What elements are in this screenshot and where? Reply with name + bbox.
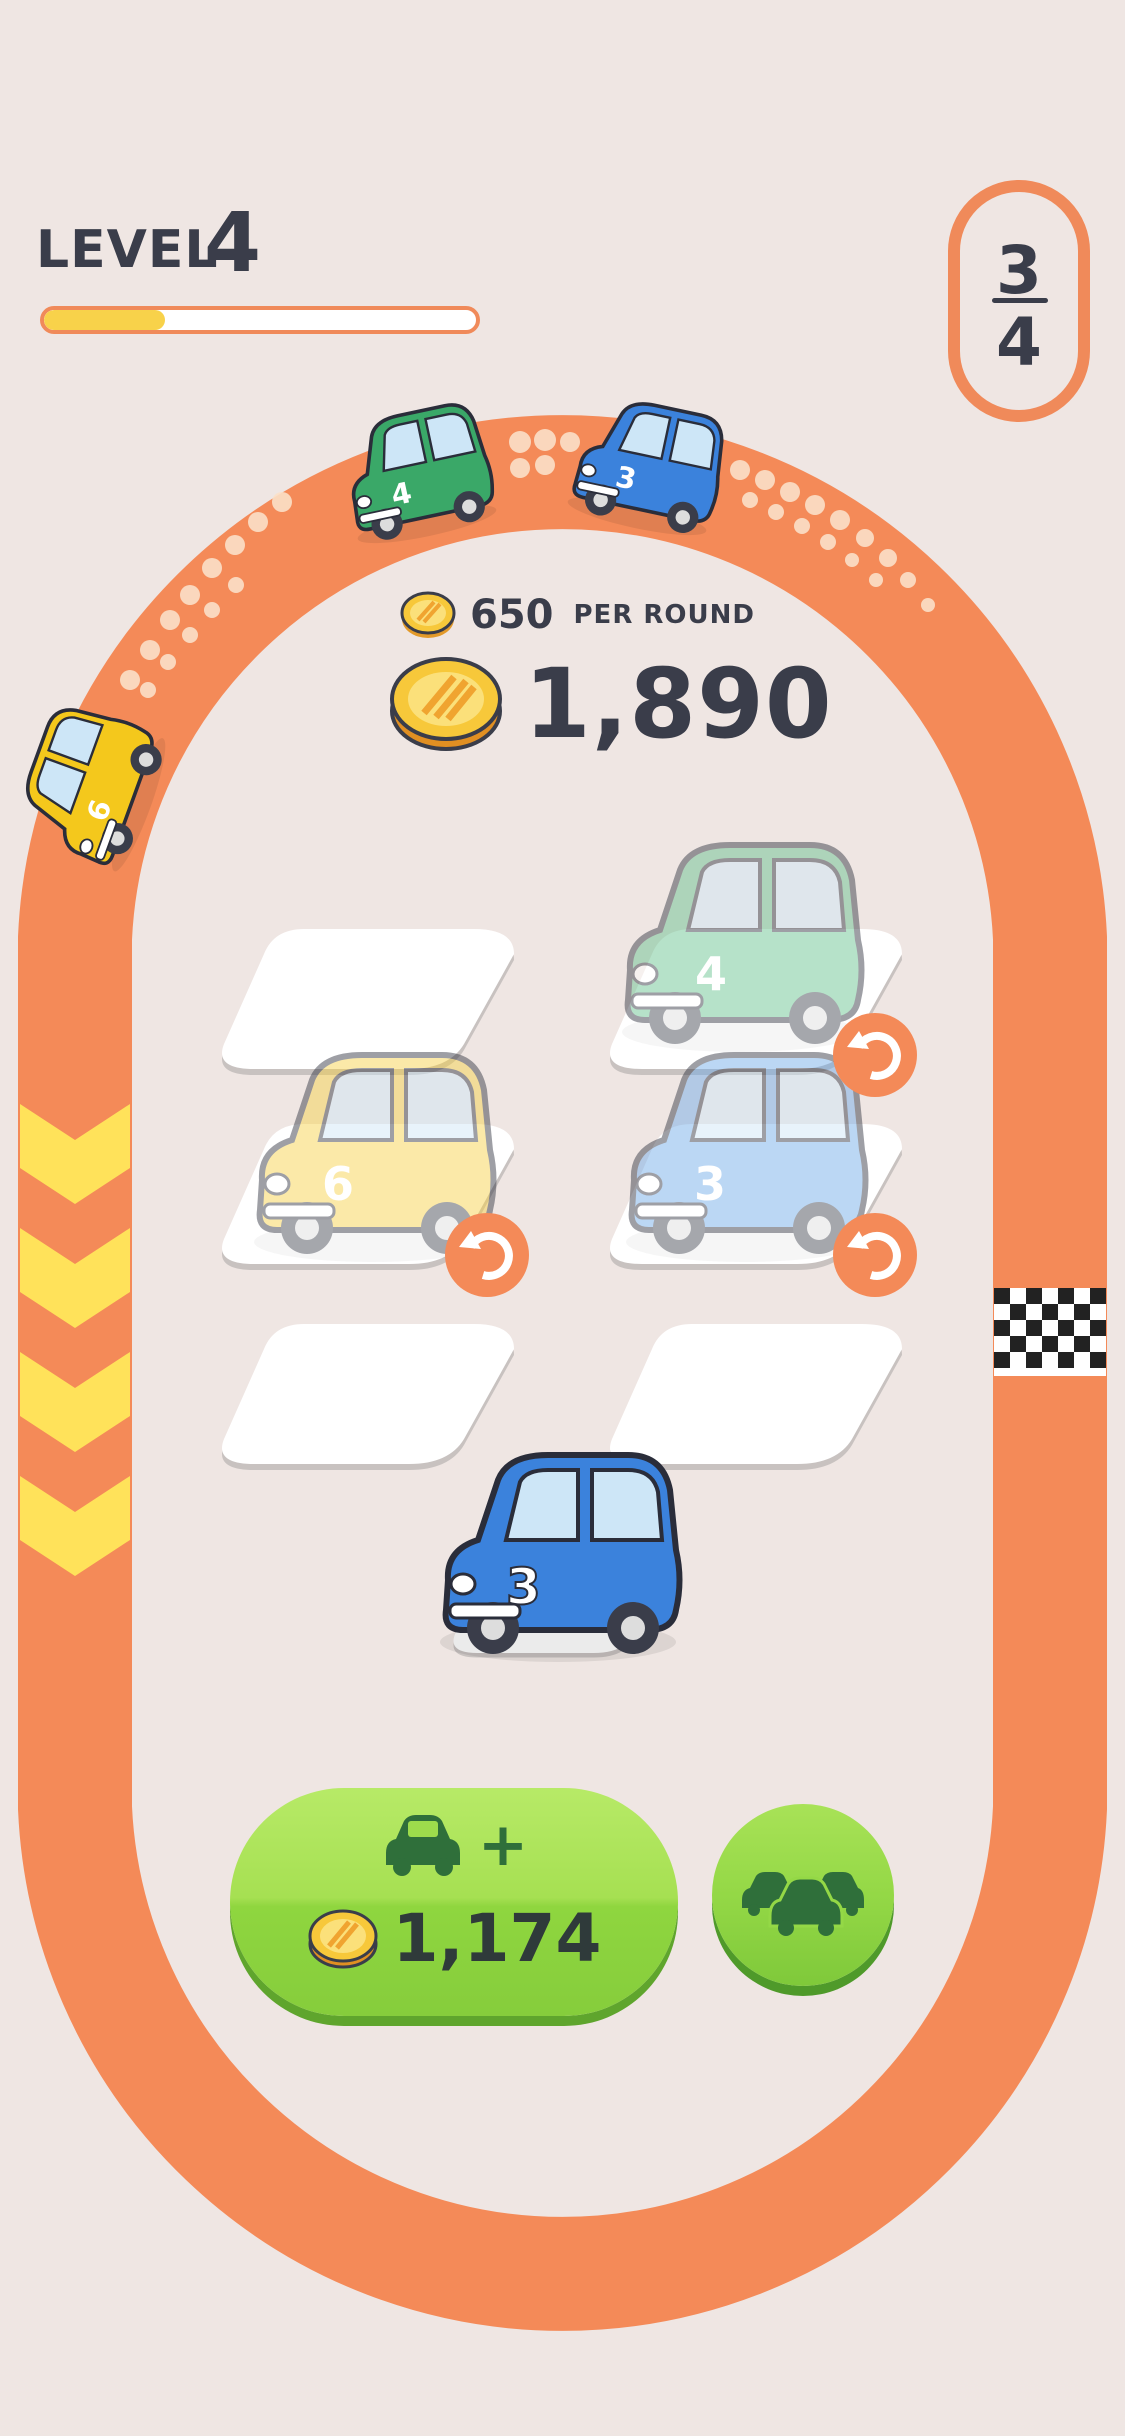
fleet-button[interactable] (712, 1804, 894, 1986)
cars-layer: 4 6 3 3 4 3 6 (7, 389, 917, 2436)
new-car-3[interactable]: 3 (440, 1455, 680, 1662)
return-icon[interactable] (445, 1213, 529, 1297)
buy-car-button[interactable]: + 1,174 (230, 1788, 678, 2016)
plus-sign: + (477, 1810, 529, 1880)
coin-icon (308, 1909, 378, 1968)
track-car-6: 6 (7, 696, 177, 878)
parked-car-4-ghost[interactable]: 4 (622, 845, 862, 1052)
return-icon[interactable] (833, 1013, 917, 1097)
parked-car-3-ghost[interactable]: 3 (626, 1055, 866, 1262)
cars-group-icon (742, 1872, 864, 1936)
return-icon[interactable] (833, 1213, 917, 1297)
buy-car-price: 1,174 (230, 1900, 678, 1977)
svg-text:3: 3 (506, 1558, 541, 1616)
svg-text:4: 4 (695, 947, 727, 1001)
buy-car-price-value: 1,174 (392, 1900, 602, 1977)
buy-car-top-row: + (230, 1810, 678, 1880)
track-car-4: 4 (332, 397, 503, 553)
svg-text:3: 3 (694, 1157, 726, 1211)
car-icon (385, 1815, 460, 1876)
track-car-3: 3 (563, 389, 734, 545)
svg-text:6: 6 (322, 1157, 354, 1211)
